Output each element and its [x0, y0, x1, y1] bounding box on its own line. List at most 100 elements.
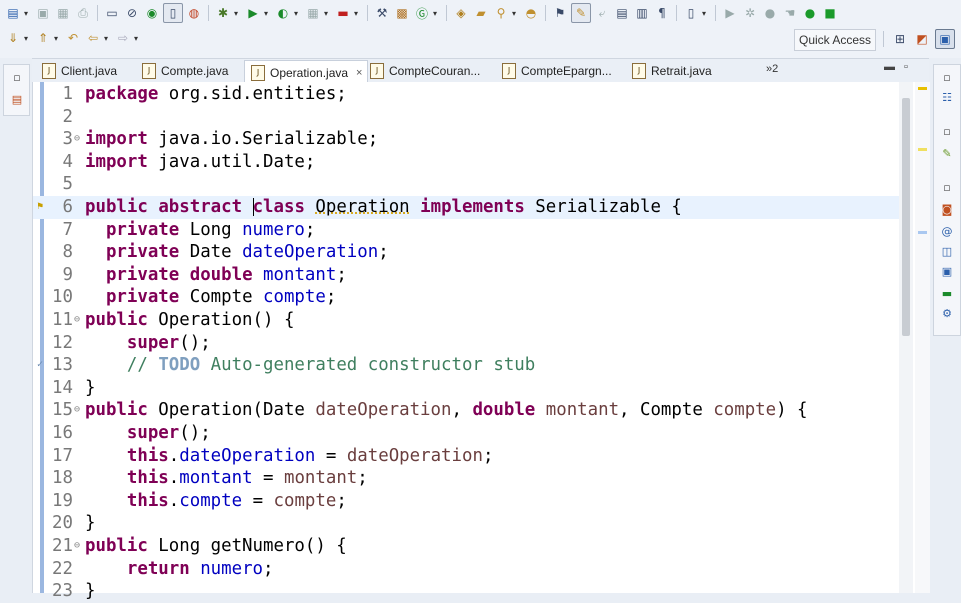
terminal-icon[interactable]: ▭ [103, 4, 121, 22]
open-type-icon[interactable]: ◈ [452, 4, 470, 22]
stop-icon[interactable]: ● [761, 4, 779, 22]
restore-icon[interactable]: ▫ [8, 69, 26, 85]
server-dropdown-icon[interactable]: ▾ [354, 9, 362, 18]
restore-icon[interactable]: ▫ [938, 179, 956, 195]
code-line[interactable]: 21 ⊖ public Long getNumero() { [33, 535, 899, 558]
open-folder-icon[interactable]: ▰ [472, 4, 490, 22]
disconnect-icon[interactable]: ✲ [741, 4, 759, 22]
mark-occurrences-icon[interactable]: ✎ [571, 3, 591, 23]
task-marker[interactable] [918, 231, 927, 234]
green-circle-icon[interactable]: ● [801, 4, 819, 22]
code-line[interactable]: 10 private Compte compte; [33, 286, 899, 309]
code-line[interactable]: 20} [33, 512, 899, 535]
code-line[interactable]: 19 this.compte = compte; [33, 490, 899, 513]
java-ee-perspective-icon[interactable]: ◩ [913, 30, 931, 48]
occurrence-marker[interactable] [918, 148, 927, 151]
debug-dropdown-icon[interactable]: ▾ [234, 9, 242, 18]
declaration-icon[interactable]: ◫ [938, 243, 956, 259]
javadoc-icon[interactable]: @ [938, 223, 956, 239]
scrollbar-thumb[interactable] [902, 98, 910, 336]
code-line[interactable]: 9 private double montant; [33, 264, 899, 287]
package-explorer-icon[interactable]: ▤ [8, 91, 26, 107]
step-icon[interactable]: ☚ [781, 4, 799, 22]
fold-toggle-icon[interactable]: ⊖ [74, 128, 80, 151]
run-icon[interactable]: ▶ [244, 4, 262, 22]
code-line[interactable]: 16 super(); [33, 422, 899, 445]
code-line[interactable]: 6 ⚑ public abstract class Operation implem… [33, 196, 899, 219]
save-icon[interactable]: ▣ [34, 4, 52, 22]
toggle-block-icon[interactable]: ▯ [163, 3, 183, 23]
code-line[interactable]: 17 this.dateOperation = dateOperation; [33, 445, 899, 468]
data-source-icon[interactable]: ▬ [938, 285, 956, 301]
green-square-icon[interactable]: ■ [821, 4, 839, 22]
code-line[interactable]: 2 [33, 106, 899, 129]
last-edit-icon[interactable]: ↶ [64, 29, 82, 47]
code-line[interactable]: 23} [33, 580, 899, 603]
code-line[interactable]: 15 ⊖ public Operation(Date dateOperation, … [33, 399, 899, 422]
vertical-scrollbar[interactable] [899, 82, 913, 593]
code-line[interactable]: 3 ⊖ import java.io.Serializable; [33, 128, 899, 151]
print-icon[interactable]: ⎙ [74, 4, 92, 22]
tab-retrait-java[interactable]: J Retrait.java [626, 60, 712, 82]
build-icon[interactable]: ◉ [143, 4, 161, 22]
forward-dropdown-icon[interactable]: ▾ [134, 34, 142, 43]
external-tools-dropdown-icon[interactable]: ▾ [294, 9, 302, 18]
word-wrap-icon[interactable]: ⤶ [593, 4, 611, 22]
code-line[interactable]: 14} [33, 377, 899, 400]
tab-client-java[interactable]: J Client.java [36, 60, 117, 82]
code-line[interactable]: 13 ✓ // TODO Auto-generated constructor s… [33, 354, 899, 377]
search-dropdown-icon[interactable]: ▾ [512, 9, 520, 18]
save-all-icon[interactable]: ▦ [54, 4, 72, 22]
pilcrow-icon[interactable]: ¶ [653, 4, 671, 22]
server-icon[interactable]: ▬ [334, 4, 352, 22]
code-line[interactable]: 7 private Long numero; [33, 219, 899, 242]
console-icon[interactable]: ▣ [938, 263, 956, 279]
resume-icon[interactable]: ▶ [721, 4, 739, 22]
restore-icon[interactable]: ▫ [938, 123, 956, 139]
forward-icon[interactable]: ⇨ [114, 29, 132, 47]
close-tab-icon[interactable]: × [356, 67, 362, 79]
tab-compteepargne-java[interactable]: J CompteEpargn... [496, 60, 612, 82]
new-package-icon[interactable]: ▩ [393, 4, 411, 22]
code-editor[interactable]: 1 package org.sid.entities; 2 3 ⊖ import java… [32, 82, 930, 601]
fold-toggle-icon[interactable]: ⊖ [74, 309, 80, 332]
code-line[interactable]: 4 import java.util.Date; [33, 151, 899, 174]
next-edit-dropdown-icon[interactable]: ▾ [24, 34, 32, 43]
coverage-dropdown-icon[interactable]: ▾ [324, 9, 332, 18]
code-line[interactable]: 1 package org.sid.entities; [33, 83, 899, 106]
fold-toggle-icon[interactable]: ⊖ [74, 399, 80, 422]
new-java-project-icon[interactable]: ⚒ [373, 4, 391, 22]
task-list-icon[interactable]: ✎ [938, 145, 956, 161]
next-edit-icon[interactable]: ⇓ [4, 29, 22, 47]
skip-breakpoints-icon[interactable]: ⊘ [123, 4, 141, 22]
show-whitespace-icon[interactable]: ▥ [633, 4, 651, 22]
warning-annotation-icon[interactable]: ⚑ [37, 196, 43, 219]
task-annotation-icon[interactable]: ✓ [37, 354, 43, 377]
code-line[interactable]: 12 super(); [33, 332, 899, 355]
annotation-icon[interactable]: ⚑ [551, 4, 569, 22]
new-dropdown-icon[interactable]: ▾ [24, 9, 32, 18]
tab-comptecourant-java[interactable]: J CompteCouran... [364, 60, 480, 82]
snippets-icon[interactable]: ⚙ [938, 305, 956, 321]
prev-edit-icon[interactable]: ⇑ [34, 29, 52, 47]
external-tools-icon[interactable]: ◐ [274, 4, 292, 22]
code-line[interactable]: 18 this.montant = montant; [33, 467, 899, 490]
run-dropdown-icon[interactable]: ▾ [264, 9, 272, 18]
spring-icon[interactable]: ◍ [185, 4, 203, 22]
java-perspective-icon[interactable]: ▣ [935, 29, 955, 49]
maximize-icon[interactable]: ▫ [904, 61, 908, 73]
more-tabs-button[interactable]: »2 [766, 63, 778, 75]
servers-icon[interactable]: ◙ [938, 201, 956, 217]
code-line[interactable]: 22 return numero; [33, 558, 899, 581]
annotation-dropdown-icon[interactable]: ▾ [702, 9, 710, 18]
new-icon[interactable]: ▤ [4, 4, 22, 22]
coverage-icon[interactable]: ▦ [304, 4, 322, 22]
minimize-icon[interactable]: ▬ [884, 61, 895, 73]
code-line[interactable]: 8 private Date dateOperation; [33, 241, 899, 264]
fold-toggle-icon[interactable]: ⊖ [74, 535, 80, 558]
outline-icon[interactable]: ☷ [938, 89, 956, 105]
new-class-icon[interactable]: Ⓖ [413, 4, 431, 22]
prev-edit-dropdown-icon[interactable]: ▾ [54, 34, 62, 43]
open-task-icon[interactable]: ◓ [522, 4, 540, 22]
new-class-dropdown-icon[interactable]: ▾ [433, 9, 441, 18]
